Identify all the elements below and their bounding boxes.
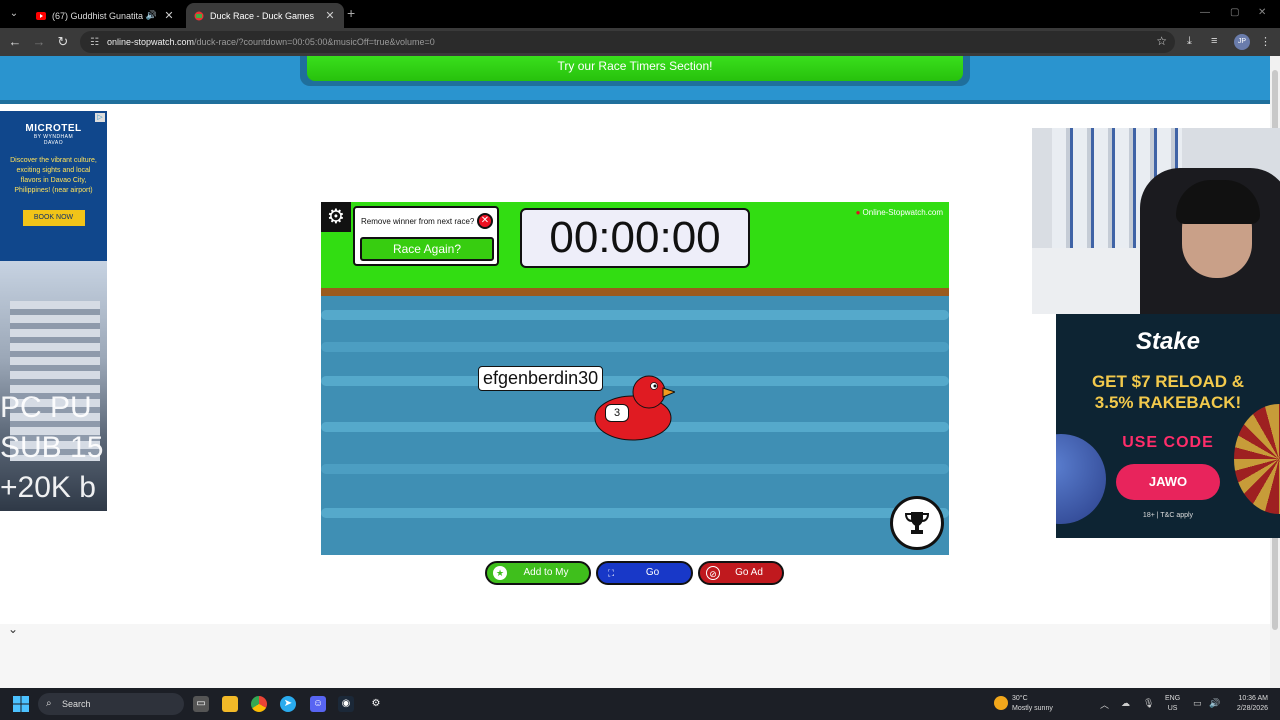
microphone-icon[interactable]: 🎙 (1143, 698, 1154, 709)
address-toolbar: ← → ↻ ☷ online-stopwatch.com /duck-race/… (0, 28, 1280, 56)
reload-icon[interactable]: ↻ (55, 34, 71, 50)
new-tab-icon[interactable]: + (347, 5, 355, 21)
add-to-my-page-button[interactable]: ★ Add to My Page! (485, 561, 591, 598)
sun-icon (994, 696, 1008, 710)
ad-fine-print: 18+ | T&C apply (1142, 512, 1194, 519)
url-path: /duck-race/?countdown=00:05:00&musicOff=… (194, 37, 435, 47)
youtube-icon (36, 11, 46, 20)
stopwatch-logo-icon: ● (855, 208, 861, 217)
promo-code-button[interactable]: JAWO (1116, 464, 1220, 500)
stream-overlay-text: PC PU SUB 15 +20K b (0, 388, 103, 508)
duck-name-label: efgenberdin30 (478, 366, 604, 391)
go-ad-free-button[interactable]: ⊘ Go Ad Free! (698, 561, 784, 598)
close-tab-icon[interactable]: ✕ (163, 9, 175, 22)
discord-icon[interactable]: ☺ (310, 696, 326, 712)
tab-duck-race[interactable]: Duck Race - Duck Games ✕ (186, 3, 344, 28)
tab-youtube[interactable]: (67) Guddhist Gunatita - Gl 🔊 ✕ (28, 3, 183, 28)
app-gear-icon[interactable]: ⚙ (368, 696, 384, 712)
speaker-icon[interactable]: 🔊 (146, 10, 157, 21)
wave (321, 508, 949, 518)
url-bar[interactable]: ☷ online-stopwatch.com /duck-race/?count… (80, 31, 1175, 53)
ad-roulette-graphic (1234, 404, 1280, 514)
race-timers-frame: Try our Race Timers Section! (300, 56, 970, 86)
race-again-button[interactable]: Race Again? (360, 237, 494, 261)
browser-tab-bar: ⌄ (67) Guddhist Gunatita - Gl 🔊 ✕ Duck R… (0, 0, 1280, 28)
network-icon[interactable]: ▭ (1193, 698, 1202, 709)
fullscreen-icon: ⛶ (607, 568, 615, 578)
maximize-icon[interactable]: ▢ (1230, 7, 1239, 18)
settings-gear-icon[interactable]: ⚙ (321, 202, 351, 232)
webcam-overlay (1032, 128, 1280, 314)
mud-bank (321, 288, 949, 296)
overlay-line: PC PU (0, 391, 92, 424)
duck-race-game[interactable]: ⚙ Remove winner from next race? ✕ Race A… (321, 202, 949, 555)
ad-copy: Discover the vibrant culture, exciting s… (10, 157, 97, 194)
online-stopwatch-logo[interactable]: ● Online-Stopwatch.com (856, 208, 943, 217)
minimize-icon[interactable]: — (1200, 7, 1210, 18)
taskbar-search[interactable]: ⌕ Search (38, 693, 184, 715)
chevron-up-icon[interactable]: ︿ (1100, 698, 1109, 711)
profile-avatar[interactable]: JP (1234, 34, 1250, 50)
back-icon[interactable]: ← (7, 34, 23, 50)
bookmark-star-icon[interactable]: ☆ (1156, 34, 1167, 48)
reading-list-icon[interactable]: ≡ (1211, 35, 1217, 47)
tab-title: (67) Guddhist Gunatita - Gl (52, 10, 146, 21)
microtel-logo: MICROTEL BY WYNDHAM DAVAO (25, 123, 82, 146)
remove-winner-question: Remove winner from next race? (361, 217, 475, 226)
task-view-icon[interactable]: ▭ (193, 696, 209, 712)
race-timer: 00:00:00 (520, 208, 750, 268)
duck-number: 3 (605, 404, 629, 422)
race-timers-button[interactable]: Try our Race Timers Section! (307, 56, 963, 81)
temperature: 30°C (1012, 695, 1028, 702)
stake-logo: Stake (1135, 328, 1201, 355)
wave (321, 310, 949, 320)
telegram-icon[interactable]: ➤ (280, 696, 296, 712)
star-icon: ★ (493, 566, 507, 580)
close-window-icon[interactable]: ✕ (1258, 7, 1266, 18)
duck-racer: 3 (593, 370, 677, 446)
menu-kebab-icon[interactable]: ⋮ (1260, 35, 1271, 48)
volume-icon[interactable]: 🔊 (1209, 698, 1220, 709)
download-icon[interactable]: ⤓ (1187, 35, 1192, 48)
chevron-down-icon[interactable]: ⌄ (8, 622, 18, 636)
language-indicator[interactable]: ENG US (1165, 694, 1180, 714)
site-info-icon[interactable]: ☷ (90, 37, 99, 48)
steam-icon[interactable]: ◉ (338, 696, 354, 712)
go-fullscreen-button[interactable]: ⛶ Go Fullscreen! (596, 561, 693, 598)
weather-condition: Mostly sunny (1012, 705, 1053, 712)
tab-search-icon[interactable]: ⌄ (6, 6, 22, 22)
close-tab-icon[interactable]: ✕ (324, 9, 336, 22)
stopwatch-favicon-icon (194, 11, 204, 20)
windows-taskbar: ⌕ Search ▭ ➤ ☺ ◉ ⚙ 30°C Mostly sunny ︿ ☁… (0, 688, 1280, 720)
file-explorer-icon[interactable] (222, 696, 238, 712)
forward-icon[interactable]: → (31, 34, 47, 50)
overlay-line: SUB 15 (0, 431, 104, 464)
url-host: online-stopwatch.com (106, 37, 195, 47)
race-again-panel: Remove winner from next race? ✕ Race Aga… (353, 206, 499, 266)
tab-title: Duck Race - Duck Games (210, 10, 315, 21)
adchoices-icon[interactable]: ▷ (95, 113, 105, 122)
windows-start-icon[interactable] (13, 696, 29, 712)
footer-strip (0, 624, 1270, 688)
wave (321, 342, 949, 352)
no-ads-icon: ⊘ (706, 566, 720, 580)
search-icon: ⌕ (46, 698, 52, 709)
cloud-icon[interactable]: ☁ (1121, 698, 1130, 709)
wave (321, 464, 949, 474)
leaderboard-trophy-icon[interactable] (890, 496, 944, 550)
chrome-icon[interactable] (251, 696, 267, 712)
system-clock[interactable]: 10:36 AM 2/28/2026 (1222, 694, 1268, 714)
book-now-button[interactable]: BOOK NOW (22, 210, 85, 226)
use-code-label: USE CODE (1122, 434, 1214, 451)
ad-headline: GET $7 RELOAD & 3.5% RAKEBACK! (1091, 372, 1245, 412)
stake-ad[interactable]: Stake GET $7 RELOAD & 3.5% RAKEBACK! USE… (1056, 314, 1280, 538)
overlay-line: +20K b (0, 471, 96, 504)
remove-winner-toggle-icon[interactable]: ✕ (477, 213, 493, 229)
